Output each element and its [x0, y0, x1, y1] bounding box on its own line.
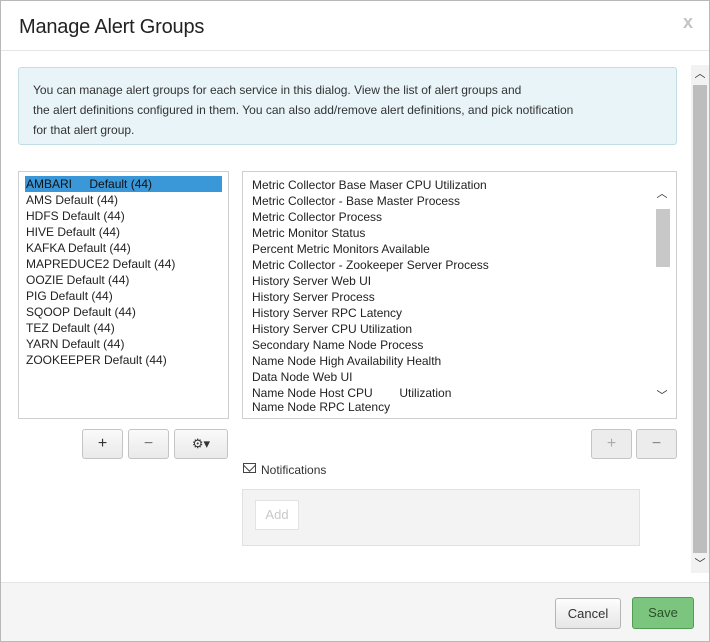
definition-item[interactable]: History Server Process — [243, 289, 676, 305]
group-item-mapreduce2[interactable]: MAPREDUCE2 Default (44) — [19, 256, 228, 272]
definition-item[interactable]: Name Node RPC Latency — [243, 401, 676, 413]
cancel-button[interactable]: Cancel — [555, 598, 621, 629]
close-icon[interactable]: x — [683, 12, 693, 33]
remove-group-button[interactable]: − — [128, 429, 169, 459]
chevron-down-icon[interactable]: ﹀ — [654, 387, 670, 402]
chevron-up-icon[interactable]: ︿ — [654, 185, 670, 200]
manage-alert-groups-dialog: Manage Alert Groups x You can manage ale… — [0, 0, 710, 642]
group-suffix: Default (44) — [89, 177, 153, 191]
definition-item[interactable]: Metric Collector - Base Master Process — [243, 193, 676, 209]
definition-list-scrollbar[interactable]: ︿ ﹀ — [654, 185, 670, 403]
notifications-box: Add — [242, 489, 640, 546]
dialog-title: Manage Alert Groups — [19, 16, 205, 38]
alert-group-list[interactable]: AMBARI Default (44) AMS Default (44) HDF… — [18, 171, 229, 419]
dialog-scrollbar[interactable]: ︿ ﹀ — [691, 65, 709, 573]
definition-item[interactable]: Metric Collector - Zookeeper Server Proc… — [243, 257, 676, 273]
dialog-header: Manage Alert Groups x — [1, 1, 709, 51]
group-item-sqoop[interactable]: SQOOP Default (44) — [19, 304, 228, 320]
chevron-up-icon[interactable]: ︿ — [691, 65, 709, 81]
definition-item[interactable]: Percent Metric Monitors Available — [243, 241, 676, 257]
definition-item[interactable]: Name Node Host CPU Utilization — [243, 385, 676, 401]
definition-item[interactable]: History Server Web UI — [243, 273, 676, 289]
group-item-oozie[interactable]: OOZIE Default (44) — [19, 272, 228, 288]
definition-item[interactable]: History Server CPU Utilization — [243, 321, 676, 337]
definition-item[interactable]: Metric Monitor Status — [243, 225, 676, 241]
dialog-footer: Cancel Save — [1, 582, 709, 641]
definition-item[interactable]: Secondary Name Node Process — [243, 337, 676, 353]
remove-definition-button[interactable]: − — [636, 429, 677, 459]
group-item-hdfs[interactable]: HDFS Default (44) — [19, 208, 228, 224]
add-notification-input[interactable]: Add — [255, 500, 299, 530]
notifications-label: Notifications — [261, 463, 327, 477]
definition-item[interactable]: Metric Collector Process — [243, 209, 676, 225]
info-text: You can manage alert groups for each ser… — [33, 80, 653, 140]
group-item-kafka[interactable]: KAFKA Default (44) — [19, 240, 228, 256]
chevron-down-icon[interactable]: ﹀ — [691, 555, 709, 571]
info-line: the alert definitions configured in them… — [33, 103, 574, 117]
envelope-icon — [243, 463, 256, 473]
group-name: AMBARI — [26, 177, 73, 191]
add-group-button[interactable]: + — [82, 429, 123, 459]
save-button[interactable]: Save — [632, 597, 694, 629]
definition-item[interactable]: Metric Collector Base Maser CPU Utilizat… — [243, 177, 676, 193]
add-definition-button[interactable]: + — [591, 429, 632, 459]
group-item-yarn[interactable]: YARN Default (44) — [19, 336, 228, 352]
group-item-pig[interactable]: PIG Default (44) — [19, 288, 228, 304]
dialog-body: You can manage alert groups for each ser… — [1, 52, 709, 582]
group-item-zookeeper[interactable]: ZOOKEEPER Default (44) — [19, 352, 228, 368]
scrollbar-thumb[interactable] — [656, 209, 670, 267]
group-item-tez[interactable]: TEZ Default (44) — [19, 320, 228, 336]
scrollbar-thumb[interactable] — [693, 85, 707, 553]
group-settings-button[interactable]: ⚙▾ — [174, 429, 228, 459]
group-item-ams[interactable]: AMS Default (44) — [19, 192, 228, 208]
group-item-hive[interactable]: HIVE Default (44) — [19, 224, 228, 240]
info-alert: You can manage alert groups for each ser… — [18, 67, 677, 145]
group-item-ambari[interactable]: AMBARI Default (44) — [25, 176, 222, 192]
info-line: You can manage alert groups for each ser… — [33, 83, 522, 97]
alert-definition-list[interactable]: Metric Collector Base Maser CPU Utilizat… — [242, 171, 677, 419]
definition-item[interactable]: Name Node High Availability Health — [243, 353, 676, 369]
definition-item[interactable]: History Server RPC Latency — [243, 305, 676, 321]
definition-item[interactable]: Data Node Web UI — [243, 369, 676, 385]
info-line: for that alert group. — [33, 123, 135, 137]
